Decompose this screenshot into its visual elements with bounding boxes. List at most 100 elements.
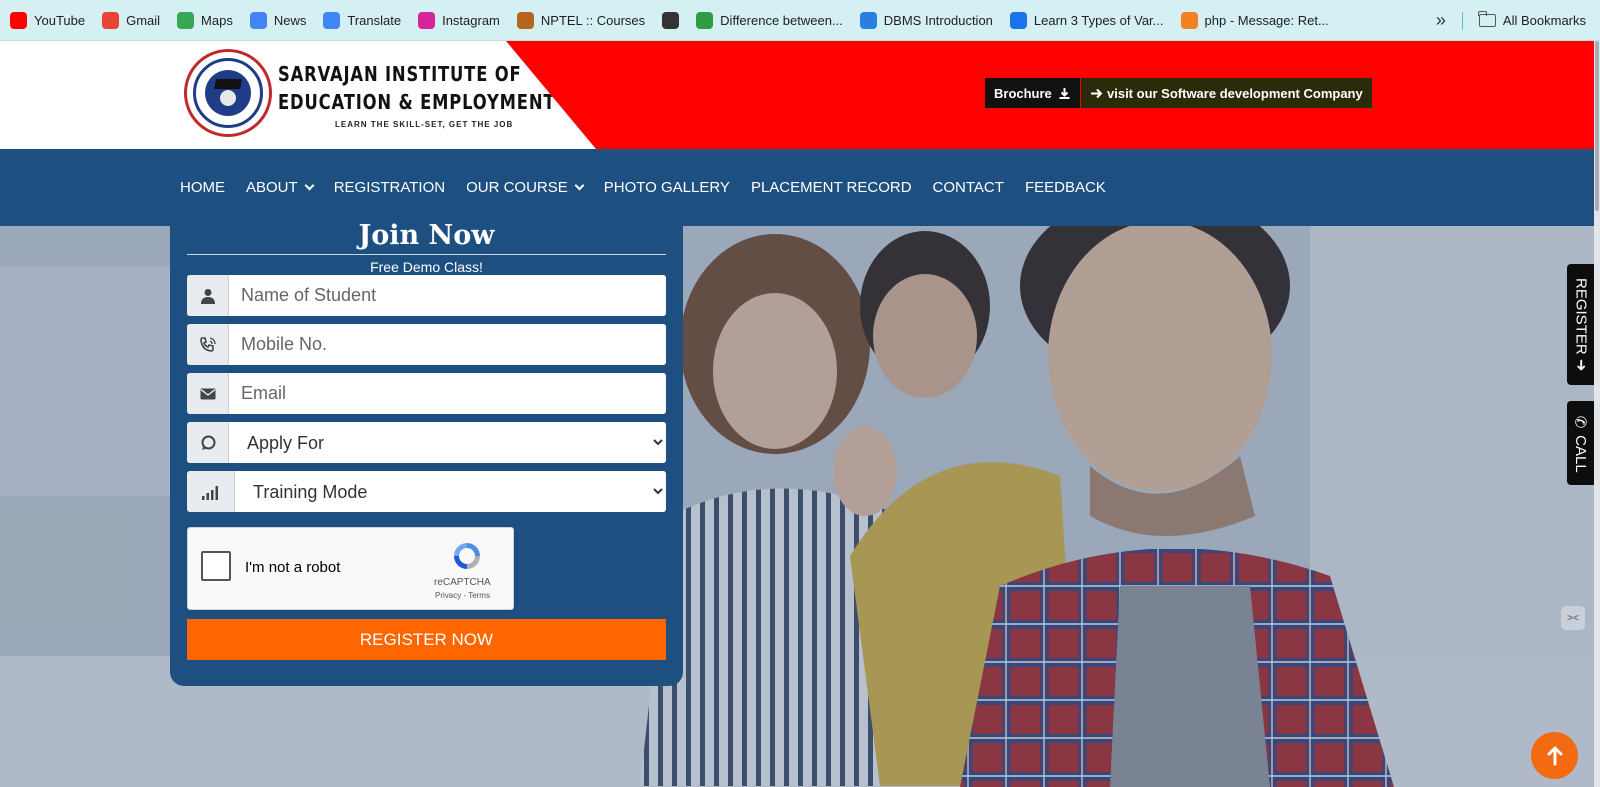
nav-item-placement-record[interactable]: PLACEMENT RECORD bbox=[751, 179, 912, 196]
bookmark-label: Difference between... bbox=[720, 12, 843, 28]
mobile-field bbox=[187, 324, 666, 365]
bookmarks-bar: YouTube Gmail Maps News Translate Instagram NP… bbox=[0, 0, 1600, 41]
side-register-tab[interactable]: REGISTER ➜ bbox=[1567, 264, 1594, 385]
bookmark-item[interactable]: Gmail bbox=[102, 11, 161, 29]
translate-icon bbox=[323, 11, 341, 29]
nav-item-about[interactable]: ABOUT bbox=[246, 179, 315, 196]
institute-name-line1: SARVAJAN INSTITUTE OF bbox=[278, 62, 522, 86]
institute-seal-logo[interactable] bbox=[184, 49, 272, 137]
nav-item-feedback[interactable]: FEEDBACK bbox=[1025, 179, 1106, 196]
comment-icon bbox=[187, 422, 229, 463]
bookmark-item[interactable]: php - Message: Ret... bbox=[1180, 11, 1329, 29]
bookmark-item[interactable]: Translate bbox=[323, 11, 402, 29]
bookmark-item[interactable]: Learn 3 Types of Var... bbox=[1009, 11, 1164, 29]
side-call-tab[interactable]: ✆ CALL bbox=[1567, 401, 1594, 485]
bookmark-label: DBMS Introduction bbox=[883, 12, 993, 28]
bookmark-label: Maps bbox=[201, 12, 233, 28]
page-scrollbar-thumb[interactable] bbox=[1595, 41, 1599, 211]
bookmark-item[interactable]: NPTEL :: Courses bbox=[516, 11, 646, 29]
nav-item-label: OUR COURSE bbox=[466, 179, 568, 196]
mobile-input[interactable] bbox=[229, 324, 666, 365]
bookmarks-overflow-button[interactable]: » bbox=[1436, 10, 1446, 31]
bookmark-item[interactable] bbox=[662, 11, 680, 29]
youtube-icon bbox=[10, 11, 27, 29]
chevron-down-icon bbox=[574, 180, 585, 191]
visit-company-label: visit our Software development Company bbox=[1107, 85, 1363, 101]
nav-item-label: CONTACT bbox=[932, 179, 1004, 196]
join-now-form: Join Now Free Demo Class! Apply For Trai… bbox=[170, 218, 683, 686]
recaptcha-brand: reCAPTCHA bbox=[434, 577, 491, 588]
bookmark-label: YouTube bbox=[34, 12, 86, 28]
nav-item-registration[interactable]: REGISTRATION bbox=[334, 179, 445, 196]
php-icon bbox=[1180, 11, 1198, 29]
name-input[interactable] bbox=[229, 275, 666, 316]
bookmark-item[interactable]: DBMS Introduction bbox=[859, 11, 993, 29]
nav-item-home[interactable]: HOME bbox=[180, 179, 225, 196]
nav-item-label: REGISTRATION bbox=[333, 179, 446, 196]
bookmark-label: Translate bbox=[347, 12, 402, 28]
recaptcha-privacy-terms-link[interactable]: Privacy - Terms bbox=[435, 591, 490, 600]
dbms-icon bbox=[859, 11, 877, 29]
all-bookmarks-button[interactable]: All Bookmarks bbox=[1478, 11, 1586, 28]
bookmark-item[interactable]: YouTube bbox=[10, 11, 86, 29]
bookmark-item[interactable]: Maps bbox=[177, 11, 233, 29]
scroll-to-top-button[interactable] bbox=[1531, 732, 1578, 779]
name-field bbox=[187, 275, 666, 316]
logo-area: SARVAJAN INSTITUTE OF EDUCATION & EMPLOY… bbox=[0, 41, 596, 149]
user-icon bbox=[187, 275, 229, 316]
call-text: CALL bbox=[1572, 435, 1589, 473]
maps-icon bbox=[177, 11, 195, 29]
form-subtitle: Free Demo Class! bbox=[370, 259, 483, 275]
register-now-button[interactable]: REGISTER NOW bbox=[187, 619, 666, 660]
side-call-label: ✆ CALL bbox=[1571, 413, 1589, 473]
institute-name[interactable]: SARVAJAN INSTITUTE OF EDUCATION & EMPLOY… bbox=[278, 60, 555, 116]
envelope-icon bbox=[187, 373, 229, 414]
email-input[interactable] bbox=[229, 373, 666, 414]
bookmark-label: News bbox=[273, 12, 307, 28]
institute-tagline: LEARN THE SKILL-SET, GET THE JOB bbox=[335, 120, 514, 129]
nav-item-label: PLACEMENT RECORD bbox=[750, 179, 912, 196]
recaptcha-logo-icon bbox=[454, 543, 480, 569]
bookmark-label: Gmail bbox=[126, 12, 161, 28]
visit-company-button[interactable]: visit our Software development Company bbox=[1081, 78, 1372, 108]
apply-for-select[interactable]: Apply For bbox=[229, 422, 666, 463]
recaptcha-checkbox[interactable] bbox=[201, 551, 231, 581]
learn-icon bbox=[1009, 11, 1027, 29]
all-bookmarks-label: All Bookmarks bbox=[1502, 13, 1586, 28]
bookmark-item[interactable]: Instagram bbox=[418, 11, 500, 29]
nav-item-photo-gallery[interactable]: PHOTO GALLERY bbox=[604, 179, 730, 196]
phone-icon: ✆ bbox=[1571, 415, 1589, 429]
globe-icon bbox=[662, 11, 680, 29]
side-register-label: REGISTER ➜ bbox=[1572, 277, 1590, 372]
title-divider bbox=[187, 254, 666, 255]
news-icon bbox=[249, 11, 267, 29]
signal-bars-icon bbox=[187, 471, 235, 512]
arrow-right-icon bbox=[1091, 88, 1103, 98]
seal-ring bbox=[193, 58, 263, 128]
brochure-button[interactable]: Brochure bbox=[985, 78, 1080, 108]
phone-volume-icon bbox=[187, 324, 229, 365]
collapse-widget-icon[interactable]: >< bbox=[1561, 606, 1585, 630]
training-mode-select[interactable]: Training Mode bbox=[235, 471, 666, 512]
nav-item-label: HOME bbox=[180, 179, 225, 196]
nptel-icon bbox=[516, 11, 534, 29]
bookmark-item[interactable]: News bbox=[249, 11, 307, 29]
chevron-down-icon bbox=[304, 180, 315, 191]
bookmark-label: NPTEL :: Courses bbox=[540, 12, 646, 28]
page-scrollbar[interactable] bbox=[1594, 41, 1600, 787]
instagram-icon bbox=[418, 11, 436, 29]
bookmark-item[interactable]: Difference between... bbox=[696, 11, 843, 29]
nav-item-label: ABOUT bbox=[246, 179, 298, 196]
nav-item-contact[interactable]: CONTACT bbox=[933, 179, 1004, 196]
difference-icon bbox=[696, 11, 714, 29]
folder-icon bbox=[1478, 11, 1496, 27]
nav-item-our-course[interactable]: OUR COURSE bbox=[466, 179, 585, 196]
bookmark-label: Instagram bbox=[442, 12, 500, 28]
site-header: SARVAJAN INSTITUTE OF EDUCATION & EMPLOY… bbox=[0, 41, 1594, 149]
bookmarks-list: YouTube Gmail Maps News Translate Instagram NP… bbox=[10, 11, 1346, 29]
recaptcha-label: I'm not a robot bbox=[245, 559, 341, 576]
nav-item-label: PHOTO GALLERY bbox=[603, 179, 730, 196]
main-nav: HOME ABOUT REGISTRATION OUR COURSE PHOTO GAL… bbox=[0, 149, 1594, 226]
recaptcha-widget: I'm not a robot reCAPTCHA Privacy - Term… bbox=[187, 527, 514, 610]
nav-item-label: FEEDBACK bbox=[1024, 179, 1106, 196]
